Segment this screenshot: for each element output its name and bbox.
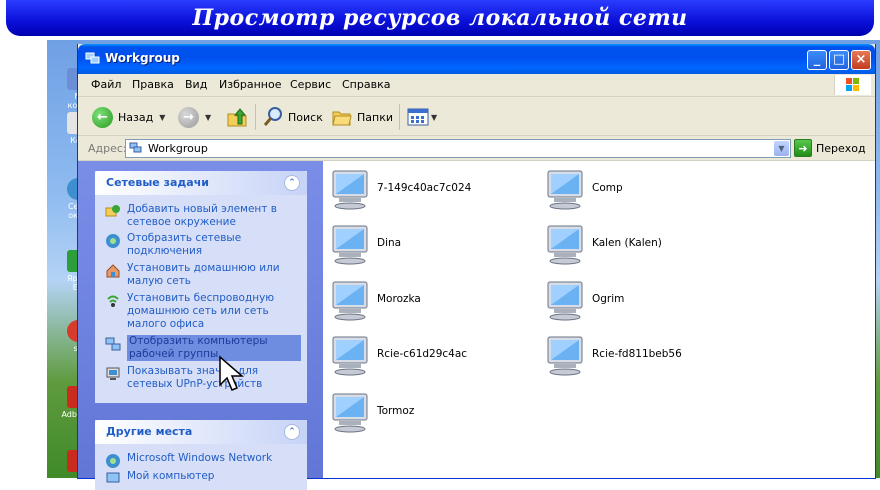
minimize-icon: _ xyxy=(813,52,821,67)
menu-bar: Файл Правка Вид Избранное Сервис Справка xyxy=(78,74,875,97)
back-button[interactable]: ← Назад ▼ xyxy=(92,105,165,129)
other-places-panel: Другие места ⌃ Microsoft Windows Network… xyxy=(95,420,307,490)
computer-icon xyxy=(332,170,368,210)
search-icon xyxy=(263,107,282,126)
menu-view[interactable]: Вид xyxy=(185,78,207,91)
other-places-title: Другие места xyxy=(106,425,193,438)
toolbar-separator xyxy=(255,104,256,130)
explorer-window: Workgroup _ □ × Файл Правка Вид Избранно… xyxy=(77,44,876,490)
menu-edit[interactable]: Правка xyxy=(132,78,174,91)
computer-item[interactable]: Rcie-fd811beb56 xyxy=(542,331,682,377)
computer-icon xyxy=(332,281,368,321)
computer-icon xyxy=(547,281,583,321)
task-home-network[interactable]: Установить домашнюю или малую сеть xyxy=(105,262,301,288)
task-pane: Сетевые задачи ⌃ Добавить новый элемент … xyxy=(78,161,323,490)
computer-icon xyxy=(547,170,583,210)
computer-item[interactable]: Morozka xyxy=(327,276,421,322)
go-button[interactable]: ➜ Переход xyxy=(794,139,866,157)
title-bar[interactable]: Workgroup _ □ × xyxy=(78,44,875,74)
add-network-place-icon xyxy=(105,205,120,217)
views-button[interactable]: ▼ xyxy=(407,105,437,129)
computer-item[interactable]: Rcie-c61d29c4ac xyxy=(327,331,467,377)
collapse-chevron-icon[interactable]: ⌃ xyxy=(284,424,300,440)
upnp-devices-icon xyxy=(106,367,120,380)
computer-icon xyxy=(547,225,583,265)
chevron-down-icon[interactable]: ▼ xyxy=(431,113,437,122)
place-my-computer[interactable]: Мой компьютер xyxy=(105,470,301,487)
network-tasks-title: Сетевые задачи xyxy=(106,176,209,189)
task-workgroup-computers[interactable]: Отобразить компьютеры рабочей группы xyxy=(105,335,301,361)
windows-network-icon xyxy=(106,454,120,468)
slide-title: Просмотр ресурсов локальной сети xyxy=(192,5,688,31)
wireless-network-icon xyxy=(107,295,119,307)
address-value: Workgroup xyxy=(148,142,208,155)
my-computer-icon xyxy=(106,472,120,483)
close-button[interactable]: × xyxy=(851,50,871,70)
folders-label: Папки xyxy=(357,110,393,124)
workgroup-computers-icon xyxy=(105,337,121,351)
search-label: Поиск xyxy=(288,110,323,124)
other-places-header[interactable]: Другие места ⌃ xyxy=(95,420,307,444)
network-window-icon xyxy=(85,52,100,64)
network-tasks-panel: Сетевые задачи ⌃ Добавить новый элемент … xyxy=(95,171,307,403)
file-view: 7-149c40ac7c024 Comp Dina Kalen (Kalen) … xyxy=(323,161,875,478)
up-folder-button[interactable] xyxy=(226,105,248,129)
windows-logo-icon xyxy=(834,75,871,95)
task-network-connections[interactable]: Отобразить сетевые подключения xyxy=(105,232,301,258)
menu-help[interactable]: Справка xyxy=(342,78,390,91)
computer-item[interactable]: Tormoz xyxy=(327,388,414,434)
computer-icon xyxy=(332,336,368,376)
folders-button[interactable]: Папки xyxy=(331,105,393,129)
network-folder-icon xyxy=(129,142,142,153)
computer-item[interactable]: 7-149c40ac7c024 xyxy=(327,165,471,211)
search-button[interactable]: Поиск xyxy=(262,105,323,129)
minimize-button[interactable]: _ xyxy=(807,50,827,70)
chevron-down-icon[interactable]: ▼ xyxy=(159,113,165,122)
chevron-down-icon[interactable]: ▼ xyxy=(774,141,789,156)
task-wireless-network[interactable]: Установить беспроводную домашнюю сеть ил… xyxy=(105,292,301,331)
back-label: Назад xyxy=(118,110,154,124)
views-icon xyxy=(407,108,429,126)
address-label: Адрес: xyxy=(88,142,127,155)
network-tasks-header[interactable]: Сетевые задачи ⌃ xyxy=(95,171,307,195)
network-connections-icon xyxy=(106,234,120,248)
forward-arrow-icon: → xyxy=(178,106,199,128)
computer-item[interactable]: Dina xyxy=(327,220,401,266)
computer-icon xyxy=(547,336,583,376)
mouse-cursor-icon xyxy=(219,355,244,391)
computer-icon xyxy=(332,225,368,265)
chevron-down-icon[interactable]: ▼ xyxy=(205,113,211,122)
folders-icon xyxy=(332,111,352,126)
go-label: Переход xyxy=(816,141,866,155)
computer-item[interactable]: Kalen (Kalen) xyxy=(542,220,662,266)
close-icon: × xyxy=(855,52,867,67)
back-arrow-icon: ← xyxy=(92,106,113,128)
toolbar: ← Назад ▼ → ▼ Поиск Папки ▼ xyxy=(78,97,875,136)
computer-item[interactable]: Ogrim xyxy=(542,276,624,322)
home-network-icon xyxy=(106,264,120,278)
menu-file[interactable]: Файл xyxy=(91,78,121,91)
slide-banner: Просмотр ресурсов локальной сети xyxy=(6,0,874,36)
computer-item[interactable]: Comp xyxy=(542,165,623,211)
menu-favorites[interactable]: Избранное xyxy=(219,78,281,91)
address-input[interactable]: Workgroup ▼ xyxy=(125,139,791,158)
menu-tools[interactable]: Сервис xyxy=(290,78,331,91)
collapse-chevron-icon[interactable]: ⌃ xyxy=(284,175,300,191)
go-arrow-icon: ➜ xyxy=(794,139,812,157)
toolbar-separator xyxy=(399,104,400,130)
maximize-button[interactable]: □ xyxy=(829,50,849,70)
task-add-network-place[interactable]: Добавить новый элемент в сетевое окружен… xyxy=(105,203,301,229)
address-bar: Адрес: Workgroup ▼ ➜ Переход xyxy=(78,136,875,161)
forward-button[interactable]: → ▼ xyxy=(178,105,211,129)
folder-up-icon xyxy=(227,108,247,127)
place-windows-network[interactable]: Microsoft Windows Network xyxy=(105,452,301,469)
maximize-icon: □ xyxy=(832,52,846,67)
window-title: Workgroup xyxy=(105,51,180,65)
computer-icon xyxy=(332,393,368,433)
task-upnp-devices[interactable]: Показывать значки для сетевых UPnP-устро… xyxy=(105,365,301,391)
